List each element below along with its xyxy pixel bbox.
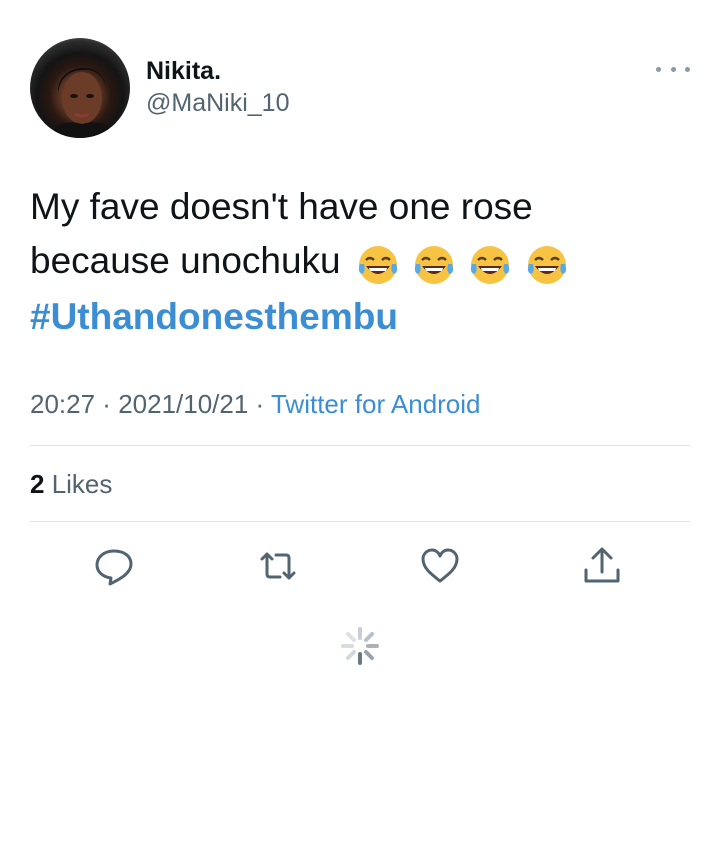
tweet-line-2-text: because unochuku [30, 240, 341, 281]
share-button[interactable] [580, 544, 624, 588]
hashtag-link[interactable]: #Uthandonesthembu [30, 290, 690, 344]
loading-spinner-icon [340, 626, 380, 666]
dot [685, 66, 690, 72]
action-bar [0, 540, 720, 592]
like-icon [421, 548, 459, 583]
like-button[interactable] [418, 544, 462, 588]
reply-button[interactable] [92, 544, 136, 588]
likes-stat[interactable]: 2 Likes [30, 466, 112, 502]
tweet-date: 2021/10/21 [118, 389, 249, 419]
tweet-line-2: because unochuku [30, 234, 690, 290]
tears-of-joy-emoji-icon [415, 246, 454, 285]
tweet-time: 20:27 [30, 389, 96, 419]
tweet-meta: 20:27 · 2021/10/21 · Twitter for Android [30, 386, 481, 422]
retweet-button[interactable] [256, 544, 300, 588]
user-handle[interactable]: @MaNiki_10 [146, 88, 289, 118]
emoji-group [357, 236, 572, 290]
meta-separator: · [248, 389, 271, 419]
user-names: Nikita. @MaNiki_10 [146, 56, 289, 118]
tweet-line-1: My fave doesn't have one rose [30, 186, 533, 227]
tears-of-joy-emoji-icon [358, 246, 398, 285]
likes-count: 2 [30, 469, 45, 499]
divider [30, 445, 690, 446]
profile-photo-icon [50, 67, 114, 138]
tears-of-joy-emoji-icon [527, 246, 566, 285]
share-icon [584, 547, 620, 583]
display-name[interactable]: Nikita. [146, 56, 289, 86]
dot [670, 66, 676, 72]
tweet-text: My fave doesn't have one rose because un… [30, 180, 690, 344]
avatar[interactable] [30, 38, 130, 138]
divider [30, 521, 690, 522]
tweet-source-link[interactable]: Twitter for Android [271, 389, 481, 419]
tweet-header: Nikita. @MaNiki_10 [30, 38, 690, 138]
retweet-icon [260, 552, 296, 580]
more-options-icon[interactable] [656, 62, 690, 76]
dot [656, 66, 661, 72]
tears-of-joy-emoji-icon [471, 246, 510, 285]
reply-icon [95, 549, 133, 586]
meta-separator: · [95, 389, 119, 419]
likes-label: Likes [44, 469, 113, 499]
